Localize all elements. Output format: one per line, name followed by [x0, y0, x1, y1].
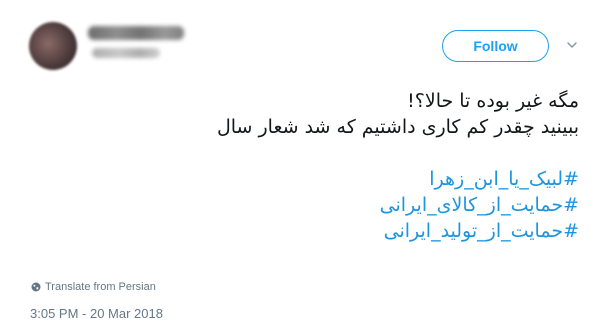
globe-icon [31, 282, 41, 292]
tweet-card: Follow مگه غیر بوده تا حالا؟! ببینید چقد… [0, 0, 600, 325]
avatar[interactable] [29, 22, 77, 70]
line-spacer [39, 140, 579, 166]
tweet-text: مگه غیر بوده تا حالا؟! ببینید چقدر کم کا… [39, 88, 579, 244]
tweet-line: مگه غیر بوده تا حالا؟! [407, 90, 579, 112]
hashtag-link[interactable]: #لبیک_یا_ابن_زهرا [39, 166, 579, 192]
username-blurred[interactable] [92, 48, 160, 58]
follow-button[interactable]: Follow [442, 30, 549, 62]
display-name-blurred[interactable] [88, 26, 184, 40]
translate-link[interactable]: Translate from Persian [31, 281, 156, 293]
translate-label[interactable]: Translate from Persian [45, 281, 156, 293]
hashtag-link[interactable]: #حمایت_از_تولید_ایرانی [39, 218, 579, 244]
chevron-down-icon[interactable] [566, 39, 578, 51]
tweet-line: ببینید چقدر کم کاری داشتیم که شد شعار سا… [216, 116, 579, 138]
tweet-timestamp[interactable]: 3:05 PM - 20 Mar 2018 [30, 306, 163, 321]
hashtag-link[interactable]: #حمایت_از_کالای_ایرانی [39, 192, 579, 218]
